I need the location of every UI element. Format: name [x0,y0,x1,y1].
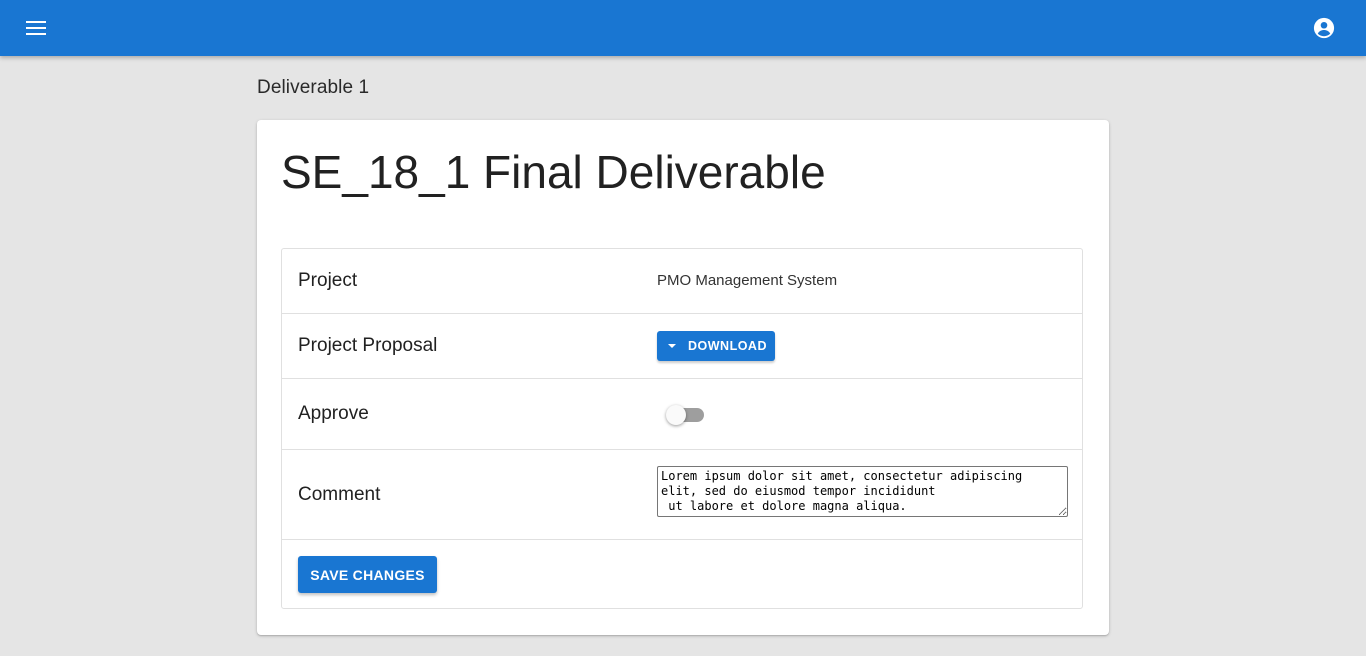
comment-label: Comment [298,484,381,505]
save-changes-button[interactable]: SAVE CHANGES [298,556,437,593]
account-button[interactable] [1308,12,1340,44]
comment-textarea[interactable] [657,466,1068,517]
deliverable-details-table: Project PMO Management System Project Pr… [281,248,1083,609]
approve-label: Approve [298,403,369,424]
table-row-approve: Approve [282,379,1082,450]
account-circle-icon [1313,17,1335,39]
app-bar [0,0,1366,56]
project-proposal-label: Project Proposal [298,335,438,356]
page-heading: Deliverable 1 [257,77,370,98]
download-button-label: DOWNLOAD [688,339,767,353]
project-value: PMO Management System [657,272,838,289]
menu-icon [26,21,46,35]
table-row-comment: Comment [282,450,1082,540]
project-label: Project [298,270,358,291]
arrow-drop-down-icon [668,344,676,348]
approve-toggle[interactable] [666,405,704,425]
actions-row: SAVE CHANGES [282,540,1082,608]
approve-toggle-thumb [666,405,686,425]
menu-button[interactable] [20,12,52,44]
card-title: SE_18_1 Final Deliverable [281,146,826,198]
download-button[interactable]: DOWNLOAD [657,331,775,361]
table-row-project: Project PMO Management System [282,249,1082,314]
deliverable-card: SE_18_1 Final Deliverable Project PMO Ma… [257,120,1109,635]
table-row-project-proposal: Project Proposal DOWNLOAD [282,314,1082,379]
